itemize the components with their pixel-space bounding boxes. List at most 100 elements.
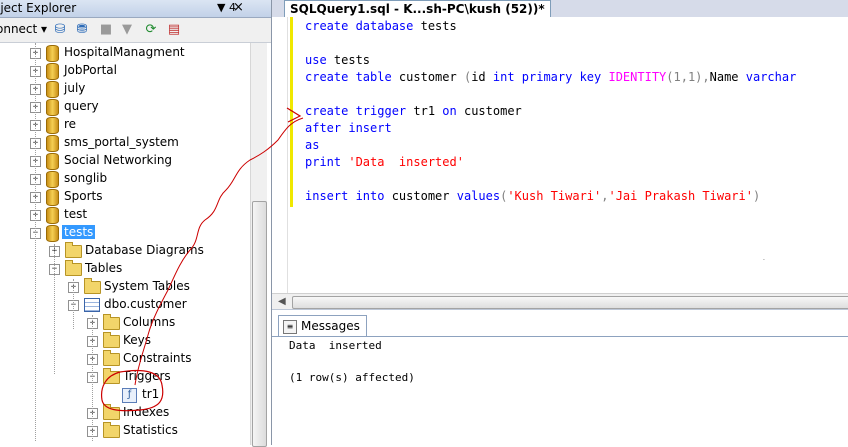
object-explorer-toolbar: onnect ▾ ⛁ ⛃ ■ ▼ ⟳ ▤ bbox=[0, 18, 271, 43]
horizontal-scrollbar[interactable]: ◀ bbox=[272, 293, 848, 310]
folder-icon bbox=[65, 260, 82, 276]
tree-guide-line bbox=[35, 43, 36, 441]
tree-node-dbo-customer[interactable]: − dbo.customer bbox=[0, 296, 250, 314]
tab-messages[interactable]: ≡ Messages bbox=[278, 315, 367, 336]
tree-node-tr1[interactable]: ƒ tr1 bbox=[0, 386, 250, 404]
tree-node-label: System Tables bbox=[104, 279, 190, 293]
tree-node-test[interactable]: + test bbox=[0, 206, 250, 224]
code-line[interactable]: create database tests bbox=[305, 18, 457, 35]
tree-node-sports[interactable]: + Sports bbox=[0, 188, 250, 206]
tree-node-triggers[interactable]: − Triggers bbox=[0, 368, 250, 386]
code-token: int primary key bbox=[492, 70, 609, 84]
folder-icon bbox=[103, 332, 120, 348]
tree-node-label: JobPortal bbox=[64, 63, 117, 77]
tree-guide-line bbox=[73, 279, 74, 329]
message-line: Data inserted bbox=[289, 339, 382, 352]
tree-node-social-networking[interactable]: + Social Networking bbox=[0, 152, 250, 170]
tree-node-label: Sports bbox=[64, 189, 103, 203]
code-token: customer bbox=[391, 189, 457, 203]
code-token: insert into bbox=[305, 189, 392, 203]
tree-node-label: Statistics bbox=[123, 423, 178, 437]
object-explorer-panel: oject Explorer ▼ 4 × onnect ▾ ⛁ ⛃ ■ ▼ ⟳ … bbox=[0, 0, 272, 447]
scroll-left-icon[interactable]: ◀ bbox=[278, 296, 286, 307]
tree-node-query[interactable]: + query bbox=[0, 98, 250, 116]
tree-node-label: dbo.customer bbox=[104, 297, 187, 311]
code-token: use bbox=[305, 53, 334, 67]
code-token: id bbox=[471, 70, 493, 84]
database-icon bbox=[46, 153, 59, 170]
tree-node-columns[interactable]: + Columns bbox=[0, 314, 250, 332]
tree-node-constraints[interactable]: + Constraints bbox=[0, 350, 250, 368]
database-icon bbox=[46, 81, 59, 98]
database-icon bbox=[46, 99, 59, 116]
tree-node-re[interactable]: + re bbox=[0, 116, 250, 134]
close-icon[interactable]: × bbox=[233, 0, 244, 15]
code-token: 'Jai Prakash Tiwari' bbox=[608, 189, 753, 203]
message-line: (1 row(s) affected) bbox=[289, 371, 415, 384]
refresh-icon[interactable]: ⟳ bbox=[143, 22, 159, 38]
tree-guide-line bbox=[54, 244, 55, 374]
code-line[interactable]: print 'Data inserted' bbox=[305, 154, 464, 171]
sql-editor[interactable]: create database tests use tests create tab… bbox=[272, 17, 848, 293]
code-token: ) bbox=[752, 189, 761, 203]
horizontal-scrollbar-thumb[interactable] bbox=[292, 296, 848, 309]
tree-node-label: Tables bbox=[85, 261, 123, 275]
code-token: print bbox=[305, 155, 349, 169]
tree-node-system-tables[interactable]: + System Tables bbox=[0, 278, 250, 296]
tree-node-label: tr1 bbox=[142, 387, 160, 401]
change-marker bbox=[290, 17, 293, 207]
code-token: values bbox=[456, 189, 501, 203]
tree-node-label: tests bbox=[62, 225, 96, 239]
folder-icon bbox=[84, 278, 101, 294]
code-line[interactable]: insert into customer values('Kush Tiwari… bbox=[305, 188, 760, 205]
tree-node-label: Constraints bbox=[123, 351, 192, 365]
folder-icon bbox=[103, 314, 120, 330]
tree-node-tests[interactable]: − tests bbox=[0, 224, 250, 242]
code-token: 'Data inserted' bbox=[348, 155, 464, 169]
filter-icon[interactable]: ▼ bbox=[119, 22, 135, 38]
tree-node-label: Triggers bbox=[123, 369, 171, 383]
scrollbar-thumb[interactable] bbox=[252, 201, 267, 447]
database-icon bbox=[46, 135, 59, 152]
summary-icon[interactable]: ▤ bbox=[166, 22, 182, 38]
tree-node-label: re bbox=[64, 117, 77, 131]
disconnect-icon[interactable]: ⛃ bbox=[74, 22, 90, 38]
code-line[interactable]: as bbox=[305, 137, 319, 154]
tree-node-statistics[interactable]: + Statistics bbox=[0, 422, 250, 440]
tree-node-jobportal[interactable]: + JobPortal bbox=[0, 62, 250, 80]
code-token: (1,1), bbox=[666, 70, 710, 84]
code-token: IDENTITY bbox=[608, 70, 667, 84]
connect-db-icon[interactable]: ⛁ bbox=[52, 22, 68, 38]
tab-sqlquery1[interactable]: SQLQuery1.sql - K...sh-PC\kush (52))* bbox=[284, 0, 551, 17]
tree-node-songlib[interactable]: + songlib bbox=[0, 170, 250, 188]
code-token: on bbox=[442, 104, 464, 118]
code-line[interactable]: create table customer (id int primary ke… bbox=[305, 69, 796, 86]
folder-icon bbox=[103, 368, 120, 384]
tree-node-hospitalmanagment[interactable]: + HospitalManagment bbox=[0, 44, 250, 62]
tree-node-label: Social Networking bbox=[64, 153, 173, 167]
tree-node-database-diagrams[interactable]: + Database Diagrams bbox=[0, 242, 250, 260]
connect-button[interactable]: onnect ▾ bbox=[0, 22, 47, 36]
results-pane: ≡ Messages Data inserted (1 row(s) affect… bbox=[272, 309, 848, 446]
code-line[interactable]: after insert bbox=[305, 120, 392, 137]
tree-node-july[interactable]: + july bbox=[0, 80, 250, 98]
tree-node-label: songlib bbox=[64, 171, 108, 185]
folder-icon bbox=[103, 350, 120, 366]
database-icon bbox=[46, 45, 59, 62]
code-token: after insert bbox=[305, 121, 392, 135]
vertical-scrollbar[interactable] bbox=[250, 43, 267, 447]
code-token: create database bbox=[305, 19, 421, 33]
code-line[interactable]: use tests bbox=[305, 52, 370, 69]
database-icon bbox=[46, 63, 59, 80]
code-token: 'Kush Tiwari' bbox=[507, 189, 602, 203]
tree-node-sms-portal-system[interactable]: + sms_portal_system bbox=[0, 134, 250, 152]
code-line[interactable]: create trigger tr1 on customer bbox=[305, 103, 522, 120]
tree-node-tables[interactable]: − Tables bbox=[0, 260, 250, 278]
tree-node-indexes[interactable]: + Indexes bbox=[0, 404, 250, 422]
stop-icon[interactable]: ■ bbox=[98, 22, 114, 38]
folder-icon bbox=[103, 404, 120, 420]
tree-node-label: test bbox=[64, 207, 88, 221]
tree-node-keys[interactable]: + Keys bbox=[0, 332, 250, 350]
tree-node-label: sms_portal_system bbox=[64, 135, 179, 149]
code-token: create table bbox=[305, 70, 399, 84]
